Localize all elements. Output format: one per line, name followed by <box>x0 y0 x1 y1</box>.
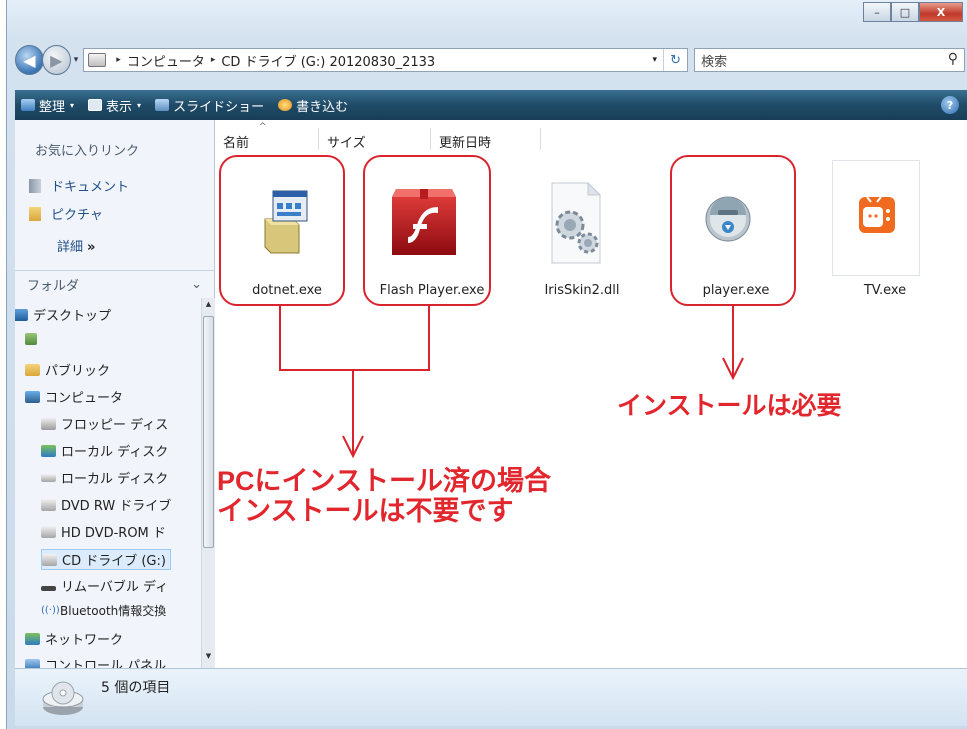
annotation-install-required: インストールは必要 <box>617 392 842 420</box>
annotation-line: PCにインストール済の場合 <box>217 466 551 496</box>
explorer-window: – □ X ◀ ▶ ▾ ▸ コンピュータ ▸ CD ドライブ (G:) 2012… <box>6 0 967 729</box>
annotation-arrows <box>279 306 744 459</box>
status-bar: 5 個の項目 <box>15 668 967 726</box>
item-count: 5 個の項目 <box>101 680 171 696</box>
annotation-line: インストールは不要です <box>217 496 514 526</box>
annotation-install-not-required: PCにインストール済の場合 インストールは不要です <box>217 466 551 526</box>
cd-drive-icon <box>42 681 84 715</box>
